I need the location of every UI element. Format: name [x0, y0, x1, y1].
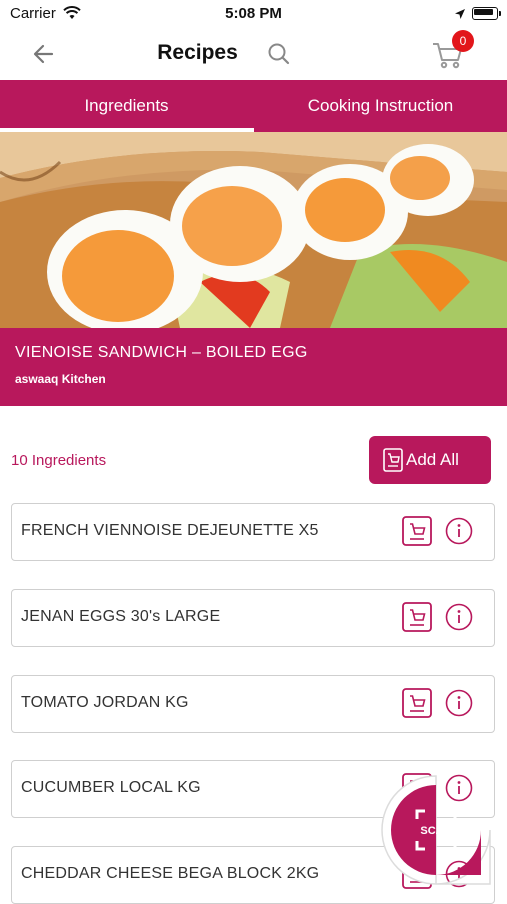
add-all-button[interactable]: Add All [369, 436, 491, 484]
tab-bar: Ingredients Cooking Instruction [0, 80, 507, 132]
tab-ingredients[interactable]: Ingredients [0, 80, 253, 132]
add-to-cart-icon[interactable] [401, 687, 433, 719]
ingredient-name: TOMATO JORDAN KG [21, 694, 189, 711]
search-icon[interactable] [266, 41, 292, 67]
add-to-cart-icon[interactable] [401, 601, 433, 633]
ingredient-row: FRENCH VIENNOISE DEJEUNETTE X5 [11, 503, 495, 561]
add-all-label: Add All [406, 450, 459, 469]
ingredient-name: CHEDDAR CHEESE BEGA BLOCK 2KG [21, 865, 320, 882]
ingredient-row: JENAN EGGS 30's LARGE [11, 589, 495, 647]
battery-icon [472, 7, 498, 20]
cart-badge: 0 [452, 30, 474, 52]
ingredient-name: JENAN EGGS 30's LARGE [21, 608, 221, 625]
location-arrow-icon [454, 7, 466, 25]
ingredients-count: 10 Ingredients [11, 452, 107, 469]
recipe-photo [0, 132, 507, 328]
info-icon[interactable] [445, 517, 473, 545]
ingredient-name: FRENCH VIENNOISE DEJEUNETTE X5 [21, 522, 319, 539]
info-icon[interactable] [445, 603, 473, 631]
tab-cooking-instruction[interactable]: Cooking Instruction [254, 80, 507, 132]
scan-button[interactable]: SCAN [379, 773, 493, 887]
recipe-header: VIENOISE SANDWICH – BOILED EGG aswaaq Ki… [0, 328, 507, 406]
add-to-cart-icon[interactable] [401, 515, 433, 547]
scan-label: SCAN [420, 825, 451, 837]
add-to-cart-icon [383, 448, 403, 477]
ingredient-row: TOMATO JORDAN KG [11, 675, 495, 733]
clock: 5:08 PM [225, 5, 282, 22]
status-bar: Carrier 5:08 PM [0, 0, 507, 28]
battery-tip [499, 11, 501, 16]
recipe-title: VIENOISE SANDWICH – BOILED EGG [15, 344, 308, 361]
page-title: Recipes [157, 41, 238, 64]
nav-bar: Recipes 0 [0, 28, 507, 80]
recipe-source: aswaaq Kitchen [15, 372, 106, 386]
info-icon[interactable] [445, 689, 473, 717]
ingredient-name: CUCUMBER LOCAL KG [21, 779, 201, 796]
